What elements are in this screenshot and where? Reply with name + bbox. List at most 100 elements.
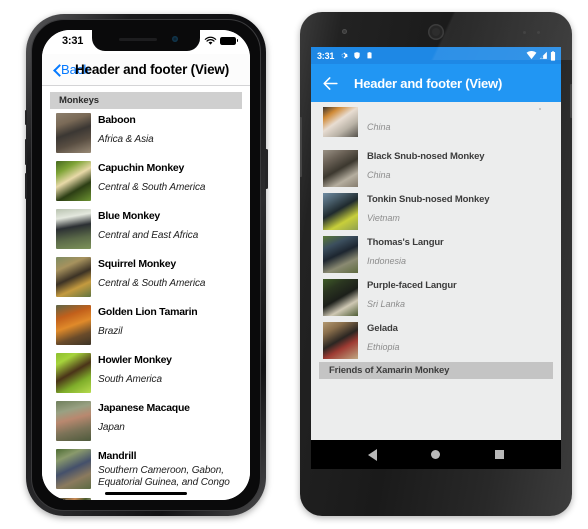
gear-icon (341, 52, 348, 59)
list-item-title: Blue Monkey (98, 210, 161, 222)
battery-icon (550, 50, 556, 61)
battery-icon (220, 37, 239, 45)
android-monkey-list[interactable]: China Black Snub-nosed Monkey China Tonk… (311, 102, 561, 440)
shield-icon (354, 52, 360, 59)
mandrill-thumbnail (56, 449, 91, 489)
list-item[interactable]: Black Snub-nosed Monkey China (311, 147, 561, 190)
list-item[interactable]: Capuchin Monkey Central & South America (42, 157, 250, 205)
list-item-title: Baboon (98, 114, 136, 126)
iphone-volume-down-button[interactable] (24, 173, 27, 199)
iphone-screen: 3:31 Back Header and footer (View) Monke… (42, 30, 250, 500)
list-item-subtitle: South America (98, 373, 162, 385)
baboon-thumbnail (56, 113, 91, 153)
front-camera-icon (342, 29, 347, 34)
purple-faced-langur-thumbnail (323, 279, 358, 316)
nav-back-triangle-icon[interactable] (368, 448, 378, 461)
list-item[interactable]: Squirrel Monkey Central & South America (42, 253, 250, 301)
list-item-title: Tonkin Snub-nosed Monkey (367, 194, 490, 205)
android-top-bezel (300, 12, 572, 47)
squirrel-monkey-thumbnail (56, 257, 91, 297)
list-item-subtitle: Ethiopia (367, 342, 400, 353)
list-item[interactable]: Gelada Ethiopia (311, 319, 561, 362)
list-item-title: Howler Monkey (98, 354, 172, 366)
list-item-subtitle: Vietnam (367, 213, 400, 224)
iphone-silent-switch[interactable] (24, 110, 27, 125)
android-device-frame: 3:31 Header and footer (View) China Blac… (300, 12, 572, 516)
list-item-subtitle: China (367, 122, 391, 132)
ios-monkey-list[interactable]: Monkeys Baboon Africa & Asia Capuchin Mo… (42, 86, 250, 500)
android-screen: 3:31 Header and footer (View) China Blac… (311, 47, 561, 440)
earpiece-speaker (428, 24, 444, 40)
ios-clock: 3:31 (62, 35, 84, 47)
ios-navigation-bar: Back Header and footer (View) (42, 54, 250, 86)
wifi-icon (526, 51, 537, 60)
cell-signal-icon (539, 51, 547, 59)
blue-monkey-thumbnail (56, 209, 91, 249)
android-status-right-icons (526, 50, 556, 61)
arrow-left-icon[interactable] (321, 74, 340, 93)
android-app-bar: Header and footer (View) (311, 64, 561, 102)
android-clock: 3:31 (317, 50, 335, 61)
list-item-title: Squirrel Monkey (98, 258, 176, 270)
list-item-title: Golden Lion Tamarin (98, 306, 198, 318)
scroll-indicator (539, 108, 541, 110)
iphone-notch (92, 30, 200, 51)
japanese-macaque-thumbnail (56, 401, 91, 441)
ios-back-button[interactable]: Back (52, 62, 90, 77)
nav-recents-square-icon[interactable] (494, 450, 504, 459)
iphone-device-frame: 3:31 Back Header and footer (View) Monke… (24, 14, 268, 516)
list-item-title: Japanese Macaque (98, 402, 190, 414)
list-item-title: Proboscis Monkey (98, 499, 242, 500)
android-page-title: Header and footer (View) (354, 75, 503, 91)
thomas-langur-thumbnail (323, 236, 358, 273)
list-item[interactable]: Thomas's Langur Indonesia (311, 233, 561, 276)
list-item-subtitle: China (367, 170, 391, 181)
list-item-title: Black Snub-nosed Monkey (367, 151, 485, 162)
android-navigation-bar (311, 440, 561, 469)
list-item[interactable]: Purple-faced Langur Sri Lanka (311, 276, 561, 319)
ios-home-indicator[interactable] (105, 491, 187, 495)
front-camera-icon (172, 36, 178, 42)
proximity-sensor-icon (523, 31, 526, 34)
light-sensor-icon (537, 31, 540, 34)
list-item[interactable]: Blue Monkey Central and East Africa (42, 205, 250, 253)
chevron-left-icon (52, 63, 60, 76)
howler-monkey-thumbnail (56, 353, 91, 393)
iphone-volume-up-button[interactable] (24, 139, 27, 165)
gelada-thumbnail (323, 322, 358, 359)
android-status-left-icons (339, 51, 373, 60)
list-item-subtitle: Brazil (98, 325, 123, 337)
capuchin-thumbnail (56, 161, 91, 201)
ios-list-section-header: Monkeys (50, 92, 242, 109)
list-item-subtitle: Sri Lanka (367, 299, 406, 310)
list-item[interactable]: Mandrill Southern Cameroon, Gabon, Equat… (42, 445, 250, 494)
list-item[interactable]: China (311, 102, 561, 147)
iphone-power-button[interactable] (265, 149, 268, 189)
list-item-title: Thomas's Langur (367, 237, 444, 248)
golden-lion-tamarin-thumbnail (56, 305, 91, 345)
list-item-title: Capuchin Monkey (98, 162, 185, 174)
list-item[interactable]: Golden Lion Tamarin Brazil (42, 301, 250, 349)
nav-home-circle-icon[interactable] (431, 450, 441, 459)
wifi-icon (204, 36, 217, 45)
iphone-bezel: 3:31 Back Header and footer (View) Monke… (31, 19, 261, 511)
list-item-subtitle: Southern Cameroon, Gabon, Equatorial Gui… (98, 464, 230, 489)
list-item-title: Gelada (367, 323, 398, 334)
list-item-title: Mandrill (98, 450, 137, 462)
list-item[interactable]: Baboon Africa & Asia (42, 109, 250, 157)
tonkin-snub-nosed-monkey-thumbnail (323, 193, 358, 230)
list-item-subtitle: Africa & Asia (98, 133, 154, 145)
android-list-footer: Friends of Xamarin Monkey (319, 362, 553, 379)
list-item-subtitle: Central & South America (98, 277, 206, 289)
android-volume-rocker[interactable] (300, 117, 302, 177)
list-item[interactable]: Tonkin Snub-nosed Monkey Vietnam (311, 190, 561, 233)
list-item[interactable]: Howler Monkey South America (42, 349, 250, 397)
black-snub-nosed-monkey-thumbnail (323, 150, 358, 187)
list-item-subtitle: Indonesia (367, 256, 407, 267)
list-item[interactable]: Japanese Macaque Japan (42, 397, 250, 445)
android-power-button[interactable] (570, 84, 572, 118)
clipboard-icon (367, 52, 372, 59)
list-item-title: Purple-faced Langur (367, 280, 457, 291)
list-item-subtitle: Central & South America (98, 181, 206, 193)
list-item-subtitle: Japan (98, 421, 125, 433)
